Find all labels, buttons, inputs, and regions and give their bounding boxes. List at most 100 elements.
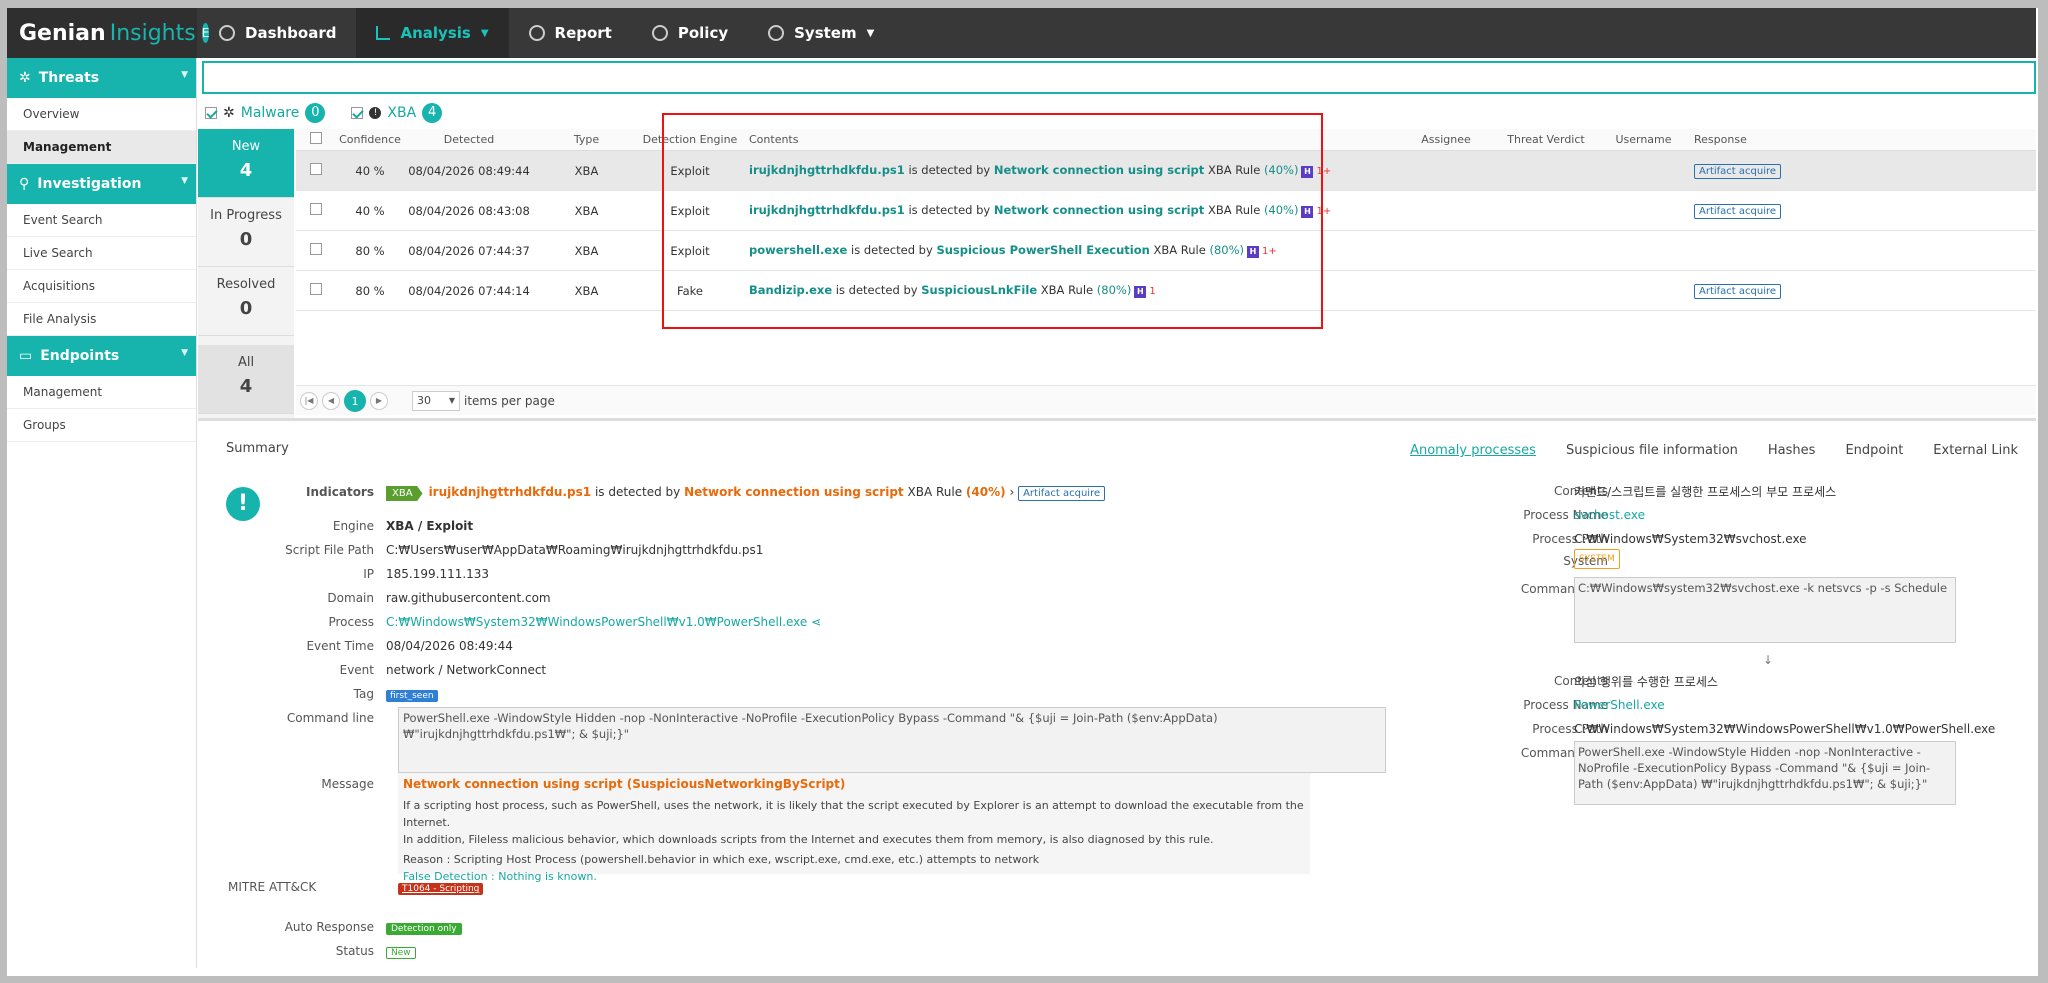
sidebar-item-overview[interactable]: Overview xyxy=(7,98,196,131)
brand-name: Genian xyxy=(19,20,106,46)
chevron-icon: ▼ xyxy=(181,348,188,358)
chevron-icon: ▼ xyxy=(181,70,188,80)
mitre-row: MITRE ATT&CK T1064 - Scripting xyxy=(228,880,484,895)
cell-confidence: 40 % xyxy=(355,203,385,218)
indicator-file[interactable]: irujkdnjhgttrhdkfdu.ps1 xyxy=(429,485,592,499)
nav-policy[interactable]: Policy xyxy=(632,8,748,58)
sidebar-item-management[interactable]: Management xyxy=(7,131,196,164)
first-page-button[interactable]: |◀ xyxy=(300,391,318,410)
share-icon[interactable]: ⋖ xyxy=(811,615,821,629)
message-text: If a scripting host process, such as Pow… xyxy=(403,799,1304,829)
nav-system[interactable]: System ▼ xyxy=(748,8,894,58)
artifact-acquire-button[interactable]: Artifact acquire xyxy=(1694,163,1782,179)
mitre-badge[interactable]: T1064 - Scripting xyxy=(398,883,484,895)
status-count: 0 xyxy=(239,229,253,250)
domain-row: Domain raw.githubusercontent.com xyxy=(228,591,550,605)
artifact-acquire-button[interactable]: Artifact acquire xyxy=(1018,486,1106,501)
sidebar-item-event-search[interactable]: Event Search xyxy=(7,204,196,237)
filter-input[interactable] xyxy=(202,61,2036,94)
col-response[interactable]: Response xyxy=(1686,133,1786,146)
sidebar-item-file-analysis[interactable]: File Analysis xyxy=(7,303,196,336)
row-checkbox[interactable] xyxy=(310,283,322,295)
nav-label: Analysis xyxy=(400,24,471,42)
sidebar-item-groups[interactable]: Groups xyxy=(7,409,196,442)
sidebar-item-acquisitions[interactable]: Acquisitions xyxy=(7,270,196,303)
kv-key: Command line xyxy=(286,711,374,725)
artifact-acquire-button[interactable]: Artifact acquire xyxy=(1694,203,1782,219)
cmd-row: Command line xyxy=(228,711,386,725)
status-in-progress[interactable]: In Progress 0 xyxy=(198,198,294,267)
monitor-icon: ▭ xyxy=(19,348,33,364)
time-row: Event Time 08/04/2026 08:49:44 xyxy=(228,639,512,653)
next-page-button[interactable]: ▶ xyxy=(370,391,388,410)
kv-key: MITRE ATT&CK xyxy=(228,880,317,894)
cell-type: XBA xyxy=(574,283,599,298)
command-line-box[interactable]: PowerShell.exe -WindowStyle Hidden -nop … xyxy=(398,707,1386,773)
tab-anomaly-processes[interactable]: Anomaly processes xyxy=(1410,443,1536,458)
detail-tabs: Anomaly processes Suspicious file inform… xyxy=(1410,443,2018,458)
tab-endpoint[interactable]: Endpoint xyxy=(1845,443,1903,458)
tab-suspicious-file[interactable]: Suspicious file information xyxy=(1566,443,1738,458)
ip-row: IP 185.199.111.133 xyxy=(228,567,489,581)
detail-panel: Summary Anomaly processes Suspicious fil… xyxy=(198,421,2036,968)
msg-row: Message xyxy=(228,777,386,791)
cell-confidence: 80 % xyxy=(355,283,385,298)
indicator-rule[interactable]: Network connection using script xyxy=(684,485,904,499)
message-text: In addition, Fileless malicious behavior… xyxy=(403,833,1214,846)
cell-response: Artifact acquire xyxy=(1686,283,1786,299)
process-value[interactable]: C:₩Windows₩System32₩WindowsPowerShell₩v1… xyxy=(386,615,807,629)
nav-dashboard[interactable]: Dashboard xyxy=(199,8,356,58)
child-process-name[interactable]: PowerShell.exe xyxy=(1574,698,1665,712)
status-count: 4 xyxy=(239,160,253,181)
prev-page-button[interactable]: ◀ xyxy=(322,391,340,410)
child-command-box[interactable]: PowerShell.exe -WindowStyle Hidden -nop … xyxy=(1574,741,1956,805)
current-page[interactable]: 1 xyxy=(344,389,366,412)
brand-suffix: Insights xyxy=(109,20,196,46)
sidebar-section-threats[interactable]: ✲ Threats ▼ xyxy=(7,58,196,98)
status-badge: New xyxy=(386,947,416,959)
col-username[interactable]: Username xyxy=(1601,133,1686,146)
status-column: New 4 In Progress 0 Resolved 0 All 4 xyxy=(198,129,294,418)
top-bar: Genian Insights E Dashboard Analysis ▼ Repo… xyxy=(7,8,2036,58)
nav-report[interactable]: Report xyxy=(509,8,632,58)
section-label: Threats xyxy=(38,70,100,86)
col-detected[interactable]: Detected xyxy=(404,133,534,146)
logo[interactable]: Genian Insights E xyxy=(7,8,210,58)
engine-row: Engine XBA / Exploit xyxy=(228,519,473,533)
status-count: 4 xyxy=(239,376,253,397)
status-resolved[interactable]: Resolved 0 xyxy=(198,267,294,336)
cell-detected: 08/04/2026 07:44:14 xyxy=(408,283,530,298)
row-checkbox[interactable] xyxy=(310,243,322,255)
parent-process-name[interactable]: svchost.exe xyxy=(1574,508,1645,522)
message-title: Network connection using script (Suspici… xyxy=(403,777,846,791)
sidebar-section-investigation[interactable]: ⚲ Investigation ▼ xyxy=(7,164,196,204)
kv-key: Script File Path xyxy=(285,543,374,557)
artifact-acquire-button[interactable]: Artifact acquire xyxy=(1694,283,1782,299)
per-page-select[interactable]: 30 xyxy=(412,390,460,411)
status-label: Resolved xyxy=(216,277,276,292)
row-checkbox[interactable] xyxy=(310,203,322,215)
col-type[interactable]: Type xyxy=(534,133,639,146)
xba-checkbox[interactable] xyxy=(351,107,364,119)
parent-process-path: C:₩Windows₩System32₩svchost.exe xyxy=(1574,532,1807,546)
tab-external-link[interactable]: External Link xyxy=(1933,443,2018,458)
sidebar-item-endpoint-management[interactable]: Management xyxy=(7,376,196,409)
path-value: C:₩Users₩user₩AppData₩Roaming₩irujkdnjhg… xyxy=(386,543,764,557)
nav-analysis[interactable]: Analysis ▼ xyxy=(356,8,509,58)
col-confidence[interactable]: Confidence xyxy=(336,133,404,146)
col-assignee[interactable]: Assignee xyxy=(1401,133,1491,146)
tab-hashes[interactable]: Hashes xyxy=(1768,443,1816,458)
status-new[interactable]: New 4 xyxy=(198,129,294,198)
col-verdict[interactable]: Threat Verdict xyxy=(1491,133,1601,146)
cell-detected: 08/04/2026 08:43:08 xyxy=(408,203,530,218)
sidebar-section-endpoints[interactable]: ▭ Endpoints ▼ xyxy=(7,336,196,376)
select-all-checkbox[interactable] xyxy=(310,132,322,144)
chevron-right-icon[interactable]: › xyxy=(1009,485,1014,499)
parent-command-box[interactable]: C:₩Windows₩system32₩svchost.exe -k netsv… xyxy=(1574,577,1956,643)
malware-checkbox[interactable] xyxy=(205,107,217,119)
report-icon xyxy=(528,25,545,41)
sidebar-item-live-search[interactable]: Live Search xyxy=(7,237,196,270)
message-reason: Reason : Scripting Host Process (powersh… xyxy=(403,853,1040,866)
row-checkbox[interactable] xyxy=(310,163,322,175)
status-all[interactable]: All 4 xyxy=(198,345,294,414)
